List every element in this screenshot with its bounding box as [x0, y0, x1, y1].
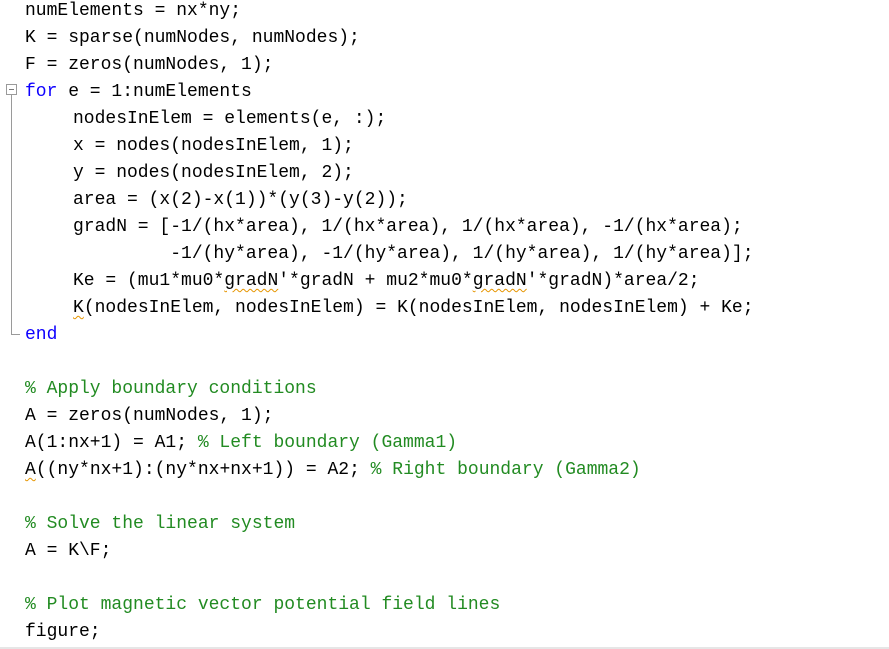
code-line[interactable]: numElements = nx*ny;: [25, 0, 241, 25]
code-token: A = zeros(numNodes, 1);: [25, 406, 274, 426]
code-token: nodesInElem = elements(e, :);: [73, 109, 387, 129]
code-line[interactable]: y = nodes(nodesInElem, 2);: [73, 160, 354, 187]
code-line[interactable]: A(1:nx+1) = A1; % Left boundary (Gamma1): [25, 430, 457, 457]
code-line[interactable]: end: [25, 322, 57, 349]
fold-end-marker: [11, 334, 20, 335]
code-token: A(1:nx+1) = A1;: [25, 433, 198, 453]
comment-token: % Left boundary (Gamma1): [197, 433, 458, 453]
code-token: y = nodes(nodesInElem, 2);: [73, 163, 354, 183]
code-token: '*gradN)*area/2;: [526, 271, 700, 291]
code-token: K = sparse(numNodes, numNodes);: [25, 28, 360, 48]
code-editor[interactable]: numElements = nx*ny; K = sparse(numNodes,…: [0, 0, 889, 649]
warning-token: A: [25, 460, 36, 480]
code-line[interactable]: A = zeros(numNodes, 1);: [25, 403, 273, 430]
code-token: area = (x(2)-x(1))*(y(3)-y(2));: [73, 190, 408, 210]
comment-token: % Right boundary (Gamma2): [370, 460, 641, 480]
code-line[interactable]: A((ny*nx+1):(ny*nx+nx+1)) = A2; % Right …: [25, 457, 641, 484]
code-token: Ke = (mu1*mu0*: [73, 271, 225, 291]
code-line[interactable]: for e = 1:numElements: [25, 79, 252, 106]
warning-token: K: [73, 298, 84, 318]
fold-collapse-icon[interactable]: [6, 84, 17, 95]
warning-token: gradN: [224, 271, 279, 291]
code-line[interactable]: nodesInElem = elements(e, :);: [73, 106, 386, 133]
code-line[interactable]: F = zeros(numNodes, 1);: [25, 52, 273, 79]
code-token: (nodesInElem, nodesInElem) = K(nodesInEl…: [83, 298, 754, 318]
code-token: e = 1:numElements: [57, 82, 252, 102]
code-line[interactable]: area = (x(2)-x(1))*(y(3)-y(2));: [73, 187, 408, 214]
code-token: numElements = nx*ny;: [25, 1, 242, 21]
code-line[interactable]: gradN = [-1/(hx*area), 1/(hx*area), 1/(h…: [73, 214, 743, 241]
keyword-token: for: [25, 82, 58, 102]
code-token: F = zeros(numNodes, 1);: [25, 55, 274, 75]
code-line[interactable]: x = nodes(nodesInElem, 1);: [73, 133, 354, 160]
code-token: ((ny*nx+1):(ny*nx+nx+1)) = A2;: [35, 460, 371, 480]
comment-token: % Solve the linear system: [25, 514, 296, 534]
code-line[interactable]: figure;: [25, 619, 101, 646]
code-line[interactable]: K(nodesInElem, nodesInElem) = K(nodesInE…: [73, 295, 754, 322]
code-token: figure;: [25, 622, 101, 642]
code-line[interactable]: Ke = (mu1*mu0*gradN'*gradN + mu2*mu0*gra…: [73, 268, 700, 295]
code-token: '*gradN + mu2*mu0*: [278, 271, 473, 291]
comment-token: % Apply boundary conditions: [25, 379, 317, 399]
code-line[interactable]: % Apply boundary conditions: [25, 376, 317, 403]
code-token: A = K\F;: [25, 541, 112, 561]
fold-guide-line: [11, 95, 12, 335]
keyword-token: end: [25, 325, 58, 345]
code-line[interactable]: % Plot magnetic vector potential field l…: [25, 592, 500, 619]
code-line[interactable]: A = K\F;: [25, 538, 111, 565]
warning-token: gradN: [472, 271, 527, 291]
code-line[interactable]: K = sparse(numNodes, numNodes);: [25, 25, 360, 52]
code-token: -1/(hy*area), -1/(hy*area), 1/(hy*area),…: [73, 244, 754, 264]
code-token: x = nodes(nodesInElem, 1);: [73, 136, 354, 156]
code-line[interactable]: -1/(hy*area), -1/(hy*area), 1/(hy*area),…: [73, 241, 754, 268]
code-token: gradN = [-1/(hx*area), 1/(hx*area), 1/(h…: [73, 217, 743, 237]
comment-token: % Plot magnetic vector potential field l…: [25, 595, 501, 615]
code-line[interactable]: % Solve the linear system: [25, 511, 295, 538]
